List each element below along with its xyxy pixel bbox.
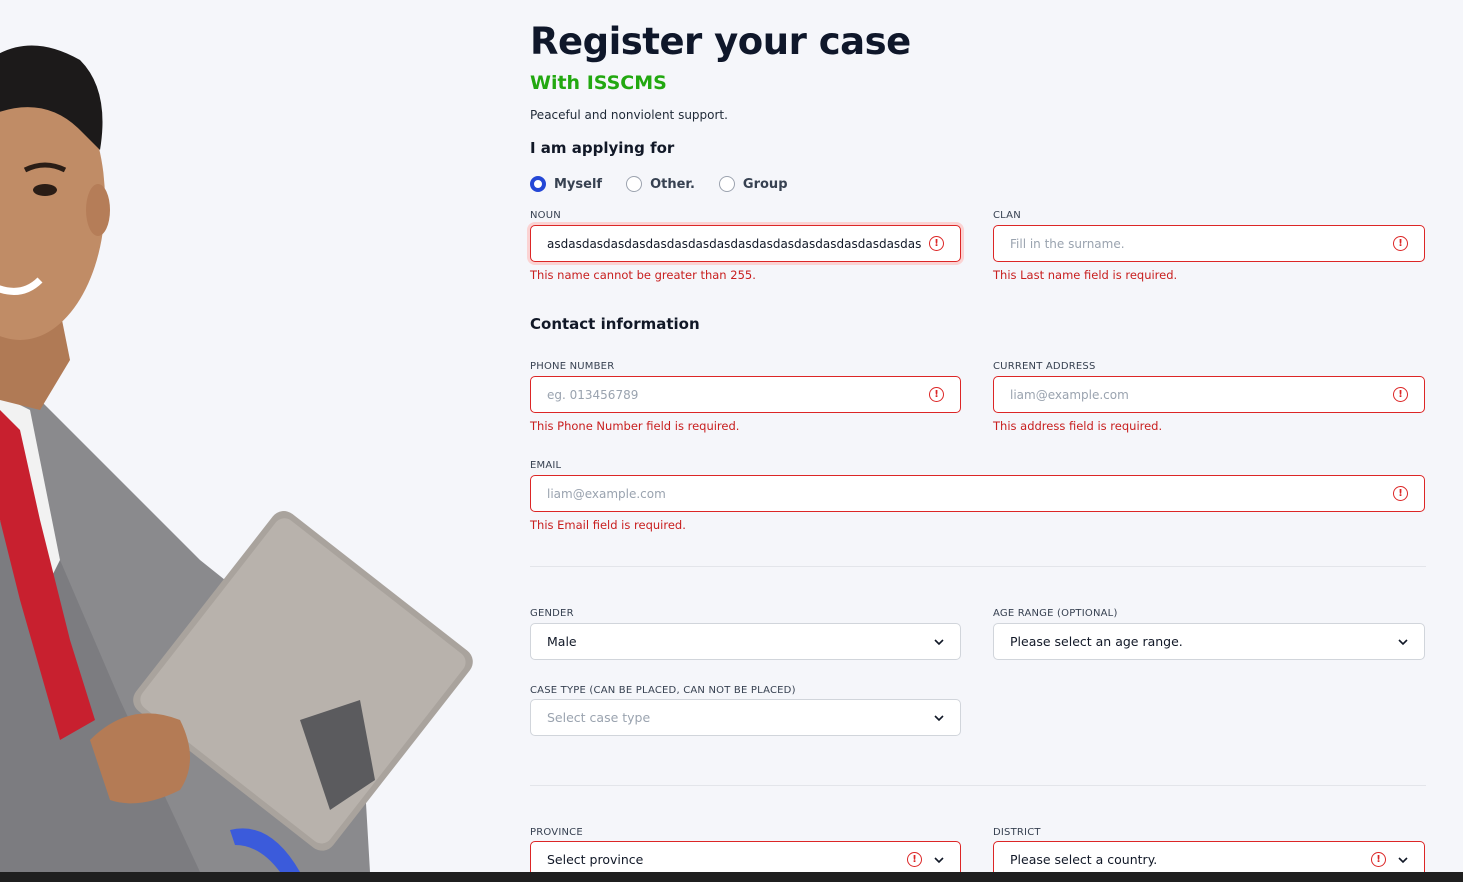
province-label: PROVINCE — [530, 827, 583, 838]
clan-input[interactable]: Fill in the surname. ! — [993, 225, 1425, 262]
os-taskbar — [0, 872, 1463, 882]
exclamation-circle-icon: ! — [1393, 236, 1408, 251]
chevron-down-icon — [1398, 638, 1408, 645]
applying-radio-group: Myself Other. Group — [530, 176, 812, 192]
email-input[interactable]: liam@example.com ! — [530, 475, 1425, 512]
email-placeholder: liam@example.com — [547, 486, 666, 501]
chevron-down-icon — [934, 714, 944, 721]
case-type-placeholder: Select case type — [547, 710, 651, 725]
radio-selected-icon — [530, 176, 546, 192]
clan-error: This Last name field is required. — [993, 268, 1178, 282]
clan-placeholder: Fill in the surname. — [1010, 236, 1125, 251]
address-input[interactable]: liam@example.com ! — [993, 376, 1425, 413]
district-label: DISTRICT — [993, 827, 1041, 838]
gender-select[interactable]: Male — [530, 623, 961, 660]
email-error: This Email field is required. — [530, 518, 686, 532]
gender-value: Male — [547, 634, 577, 649]
radio-other[interactable]: Other. — [626, 176, 695, 192]
radio-empty-icon — [718, 176, 735, 192]
exclamation-circle-icon: ! — [907, 852, 922, 867]
noun-value: asdasdasdasdasdasdasdasdasdasdasdasdasda… — [547, 236, 921, 251]
radio-label-group: Group — [742, 176, 788, 192]
chevron-down-icon — [934, 856, 944, 863]
radio-empty-icon — [626, 176, 643, 192]
phone-input[interactable]: eg. 013456789 ! — [530, 376, 961, 413]
exclamation-circle-icon: ! — [1393, 387, 1408, 402]
radio-label-other: Other. — [650, 176, 695, 192]
case-type-select[interactable]: Select case type — [530, 699, 961, 736]
exclamation-circle-icon: ! — [929, 236, 944, 251]
age-range-label: AGE RANGE (OPTIONAL) — [993, 608, 1118, 619]
exclamation-circle-icon: ! — [1371, 852, 1386, 867]
gender-label: GENDER — [530, 608, 574, 619]
phone-error: This Phone Number field is required. — [530, 419, 740, 433]
exclamation-circle-icon: ! — [1393, 486, 1408, 501]
radio-label-myself: Myself — [554, 176, 603, 192]
noun-error: This name cannot be greater than 255. — [530, 268, 756, 282]
tagline: Peaceful and nonviolent support. — [530, 108, 728, 122]
phone-placeholder: eg. 013456789 — [547, 387, 639, 402]
noun-label: NOUN — [530, 210, 561, 221]
page-title: Register your case — [530, 20, 911, 63]
address-error: This address field is required. — [993, 419, 1163, 433]
province-value: Select province — [547, 852, 644, 867]
hero-illustration — [0, 0, 500, 872]
address-placeholder: liam@example.com — [1010, 387, 1129, 402]
chevron-down-icon — [934, 638, 944, 645]
section-divider — [530, 785, 1426, 786]
phone-label: PHONE NUMBER — [530, 361, 615, 372]
district-value: Please select a country. — [1010, 852, 1158, 867]
age-range-select[interactable]: Please select an age range. — [993, 623, 1425, 660]
age-range-value: Please select an age range. — [1010, 634, 1183, 649]
exclamation-circle-icon: ! — [929, 387, 944, 402]
radio-myself[interactable]: Myself — [530, 176, 602, 192]
contact-heading: Contact information — [530, 315, 700, 333]
noun-input[interactable]: asdasdasdasdasdasdasdasdasdasdasdasdasda… — [530, 225, 961, 262]
chevron-down-icon — [1398, 856, 1408, 863]
applying-heading: I am applying for — [530, 139, 675, 157]
email-label: EMAIL — [530, 460, 562, 471]
clan-label: CLAN — [993, 210, 1021, 221]
case-type-label: CASE TYPE (CAN BE PLACED, CAN NOT BE PLA… — [530, 685, 796, 696]
page-subtitle: With ISSCMS — [530, 72, 667, 94]
radio-group[interactable]: Group — [718, 176, 788, 192]
section-divider — [530, 566, 1426, 567]
address-label: CURRENT ADDRESS — [993, 361, 1096, 372]
